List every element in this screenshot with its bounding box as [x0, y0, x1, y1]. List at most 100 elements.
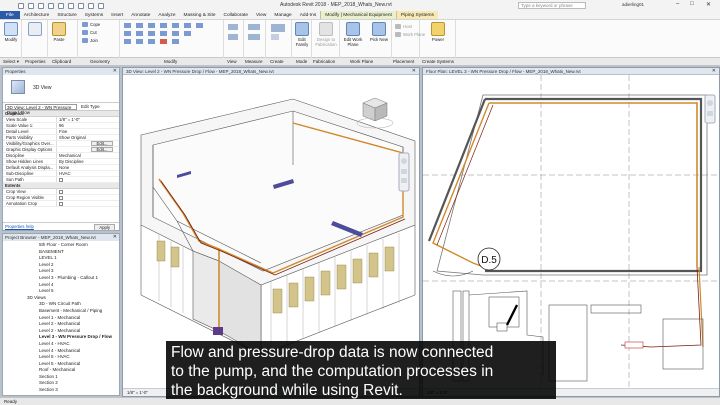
browser-item[interactable]: Level 5	[3, 288, 119, 295]
maximize-icon[interactable]: □	[690, 1, 694, 7]
tab-analyze[interactable]: Analyze	[154, 11, 179, 19]
power-button[interactable]: Power	[428, 22, 448, 42]
property-value[interactable]: None	[57, 165, 119, 170]
close-icon[interactable]: ✕	[706, 1, 711, 8]
design-to-fabrication-button[interactable]: Design to Fabrication	[313, 22, 339, 47]
close-icon[interactable]: ✕	[113, 234, 117, 241]
tab-file[interactable]: File	[0, 11, 20, 19]
3d-view-icon[interactable]	[88, 2, 94, 9]
property-value[interactable]: Edit...	[57, 141, 119, 146]
checkbox[interactable]	[59, 195, 63, 200]
redo-icon[interactable]	[48, 2, 54, 9]
property-value[interactable]: Mechanical	[57, 153, 119, 158]
undo-icon[interactable]	[38, 2, 44, 9]
property-value[interactable]: Show Original	[57, 135, 119, 140]
text-icon[interactable]	[78, 2, 84, 9]
property-value[interactable]: By Discipline	[57, 159, 119, 164]
panel-clipboard: Paste	[48, 20, 78, 58]
browser-item[interactable]: Level 3	[3, 268, 119, 275]
browser-item[interactable]: Level 2	[3, 262, 119, 269]
tab-piping-systems[interactable]: Piping Systems	[395, 11, 438, 19]
tab-annotate[interactable]: Annotate	[127, 11, 154, 19]
save-icon[interactable]	[28, 2, 34, 9]
browser-item[interactable]: Level 4 - Mechanical	[3, 348, 119, 355]
properties-help-link[interactable]: Properties help	[5, 224, 34, 229]
grid-bubble[interactable]: D.5	[477, 247, 501, 271]
checkbox[interactable]	[59, 201, 63, 206]
cut-button[interactable]: Cut	[82, 30, 97, 36]
browser-item[interactable]: Level 5 - Mechanical	[3, 361, 119, 368]
browser-item[interactable]: 3D Views	[3, 295, 119, 302]
close-icon[interactable]: ✕	[412, 68, 416, 75]
property-value[interactable]: 1/8" = 1'-0"	[57, 117, 119, 122]
pick-new-button[interactable]: Pick New	[368, 22, 390, 42]
section-icon[interactable]	[98, 2, 104, 9]
tab-systems[interactable]: Systems	[81, 11, 107, 19]
browser-item[interactable]: Roof - Mechanical	[3, 367, 119, 374]
search-input[interactable]: Type a keyword or phrase	[518, 2, 586, 9]
browser-item[interactable]: Section 2	[3, 380, 119, 387]
edit-type-button[interactable]: Edit Type	[81, 104, 100, 109]
edit-button[interactable]: Edit...	[91, 141, 113, 146]
modify-button[interactable]: Modify	[2, 22, 20, 42]
print-icon[interactable]	[58, 2, 64, 9]
user-account[interactable]: adierling01	[622, 2, 644, 7]
property-value[interactable]: Fine	[57, 129, 119, 134]
close-icon[interactable]: ✕	[113, 68, 117, 75]
navigation-bar[interactable]	[398, 152, 410, 192]
browser-item[interactable]: 5th Floor - Corner Room	[3, 242, 119, 249]
browser-item[interactable]: Level 4	[3, 282, 119, 289]
pump-equipment[interactable]	[496, 322, 508, 332]
tab-view[interactable]: View	[252, 11, 270, 19]
navigation-bar[interactable]	[704, 94, 716, 124]
checkbox[interactable]	[59, 177, 63, 182]
select-dropdown[interactable]: Select ▾	[3, 59, 19, 65]
3d-view-scale[interactable]: 1/8" = 1'-0"	[127, 390, 148, 395]
browser-item[interactable]: Section 1	[3, 374, 119, 381]
apply-button[interactable]: Apply	[94, 224, 115, 231]
close-icon[interactable]: ✕	[712, 68, 716, 75]
panel-view	[224, 20, 244, 58]
browser-item[interactable]: Level 1 - Mechanical	[3, 315, 119, 322]
open-icon[interactable]	[18, 2, 24, 9]
cut-icon	[82, 30, 88, 36]
tab-add-ins[interactable]: Add-Ins	[296, 11, 321, 19]
browser-item[interactable]: Level 3 - Plumbing - Callout 1	[3, 275, 119, 282]
browser-item[interactable]: BASEMENT	[3, 249, 119, 256]
tab-architecture[interactable]: Architecture	[20, 11, 54, 19]
minimize-icon[interactable]: –	[676, 1, 679, 7]
paste-button[interactable]: Paste	[50, 22, 68, 42]
browser-item[interactable]: Level 5 - HVAC	[3, 354, 119, 361]
edit-work-plane-button[interactable]: Edit Work Plane	[341, 22, 365, 47]
measure-icon[interactable]	[68, 2, 74, 9]
edit-button[interactable]: Edit...	[91, 147, 113, 152]
browser-item[interactable]: Section 3	[3, 387, 119, 394]
pump-equipment[interactable]	[213, 327, 223, 335]
edit-family-button[interactable]: Edit Family	[293, 22, 311, 47]
tab-collaborate[interactable]: Collaborate	[220, 11, 253, 19]
join-button[interactable]: Join	[82, 38, 98, 44]
browser-item[interactable]: Level 2 - Mechanical	[3, 328, 119, 335]
host-button[interactable]: Host	[395, 24, 412, 30]
tab-manage[interactable]: Manage	[270, 11, 295, 19]
browser-item[interactable]: Basement - Mechanical / Piping	[3, 308, 119, 315]
tab-modify-mechanical-equipment[interactable]: Modify | Mechanical Equipment	[320, 11, 396, 19]
view-instance-selector[interactable]: 3D View: Level 2 - WN Pressure Drop / Fl…	[5, 103, 77, 115]
browser-item[interactable]: LEVEL 1	[3, 255, 119, 262]
properties-button[interactable]	[26, 22, 44, 37]
checkbox[interactable]	[59, 189, 63, 194]
browser-item[interactable]: 3D - WN Circuit Path	[3, 301, 119, 308]
browser-item[interactable]: Level 4 - HVAC	[3, 341, 119, 348]
browser-item[interactable]: Level 2 - Mechanical	[3, 321, 119, 328]
checkbox-wrap	[57, 177, 63, 182]
tab-insert[interactable]: Insert	[107, 11, 127, 19]
browser-item[interactable]: Level 3 - WN Pressure Drop / Flow	[3, 334, 119, 341]
tab-massing-site[interactable]: Massing & Site	[180, 11, 220, 19]
property-value[interactable]: Edit...	[57, 147, 119, 152]
type-selector[interactable]: 3D View	[3, 75, 119, 103]
tab-structure[interactable]: Structure	[53, 11, 80, 19]
cope-button[interactable]: Cope	[82, 22, 100, 28]
property-value[interactable]: 96	[57, 123, 119, 128]
property-row[interactable]: Annotation Crop	[3, 201, 119, 207]
property-value[interactable]: HVAC	[57, 171, 119, 176]
